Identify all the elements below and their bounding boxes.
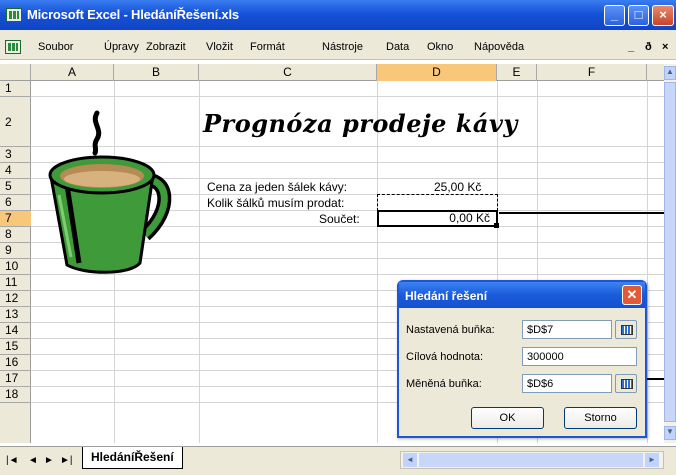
row-header-10[interactable]: 10	[0, 259, 31, 275]
ok-button[interactable]: OK	[471, 407, 544, 429]
row-header-18[interactable]: 18	[0, 387, 31, 403]
row-header-8[interactable]: 8	[0, 227, 31, 243]
to-value-label: Cílová hodnota:	[406, 351, 484, 363]
scroll-down-button[interactable]: ▼	[664, 426, 676, 440]
row-header-6[interactable]: 6	[0, 195, 31, 211]
sheet-tab-bar: |◄ ◄ ► ►| HledáníŘešení ◄ ►	[0, 446, 676, 475]
row-header-12[interactable]: 12	[0, 291, 31, 307]
sheet-tab-active[interactable]: HledáníŘešení	[82, 447, 183, 469]
col-header-f[interactable]: F	[537, 64, 647, 81]
callout-line-1	[499, 212, 664, 214]
column-headers: A B C D E F	[0, 64, 664, 81]
menu-upravy[interactable]: Úpravy	[104, 41, 139, 53]
select-all-corner[interactable]	[0, 64, 31, 81]
last-sheet-button[interactable]: ►|	[60, 455, 73, 466]
cell-d5-value[interactable]: 25,00 Kč	[434, 180, 481, 194]
row-header-1[interactable]: 1	[0, 81, 31, 97]
cancel-button[interactable]: Storno	[564, 407, 637, 429]
coffee-mug-image	[48, 110, 172, 274]
row-header-7[interactable]: 7	[0, 211, 31, 227]
sheet-title: Prognóza prodeje kávy	[203, 109, 518, 138]
first-sheet-button[interactable]: |◄	[6, 455, 19, 466]
doc-minimize-button[interactable]: _	[628, 41, 634, 53]
menu-napoveda[interactable]: Nápověda	[474, 41, 524, 53]
document-icon[interactable]	[5, 40, 21, 54]
menu-soubor[interactable]: Soubor	[38, 41, 73, 53]
changing-cell-label: Měněná buňka:	[406, 378, 482, 390]
scroll-right-button[interactable]: ►	[645, 453, 659, 467]
doc-close-button[interactable]: ×	[662, 41, 668, 53]
row-header-13[interactable]: 13	[0, 307, 31, 323]
menu-data[interactable]: Data	[386, 41, 409, 53]
close-window-button[interactable]: ×	[652, 5, 674, 26]
row-header-9[interactable]: 9	[0, 243, 31, 259]
menu-nastroje[interactable]: Nástroje	[322, 41, 363, 53]
col-header-b[interactable]: B	[114, 64, 199, 81]
changing-cell-ref-button[interactable]	[615, 374, 637, 393]
menu-format[interactable]: Formát	[250, 41, 285, 53]
row-header-17[interactable]: 17	[0, 371, 31, 387]
row-header-3[interactable]: 3	[0, 147, 31, 163]
scroll-thumb[interactable]	[664, 82, 676, 422]
h-scroll-thumb[interactable]	[419, 453, 643, 467]
row-header-14[interactable]: 14	[0, 323, 31, 339]
row-header-5[interactable]: 5	[0, 179, 31, 195]
row-header-11[interactable]: 11	[0, 275, 31, 291]
minimize-button[interactable]: _	[604, 5, 625, 26]
vertical-scrollbar[interactable]: ▲ ▼	[664, 64, 676, 443]
prev-sheet-button[interactable]: ◄	[28, 455, 38, 466]
row-headers: 1 2 3 4 5 6 7 8 9 10 11 12 13 14 15 16 1…	[0, 81, 31, 443]
fill-handle[interactable]	[494, 223, 499, 228]
row-header-2[interactable]: 2	[0, 97, 31, 147]
horizontal-scrollbar[interactable]: ◄ ►	[400, 451, 664, 469]
window-title-bar: Microsoft Excel - HledáníŘešení.xls _ □ …	[0, 0, 676, 30]
next-sheet-button[interactable]: ►	[44, 455, 54, 466]
set-cell-input[interactable]: $D$7	[522, 320, 612, 339]
to-value-input[interactable]: 300000	[522, 347, 637, 366]
cell-d6-marquee[interactable]	[377, 194, 498, 211]
col-header-d[interactable]: D	[377, 64, 497, 81]
excel-app-icon	[6, 8, 22, 22]
dialog-title: Hledání řešení	[399, 282, 645, 308]
row-header-15[interactable]: 15	[0, 339, 31, 355]
menu-okno[interactable]: Okno	[427, 41, 453, 53]
maximize-button[interactable]: □	[628, 5, 649, 26]
set-cell-ref-button[interactable]	[615, 320, 637, 339]
menu-bar: Soubor Úpravy Zobrazit Vložit Formát Nás…	[0, 30, 676, 60]
set-cell-label: Nastavená buňka:	[406, 324, 495, 336]
scroll-up-button[interactable]: ▲	[664, 66, 676, 80]
scroll-left-button[interactable]: ◄	[403, 453, 417, 467]
menu-vlozit[interactable]: Vložit	[206, 41, 233, 53]
doc-restore-button[interactable]: ð	[645, 41, 652, 53]
col-header-c[interactable]: C	[199, 64, 377, 81]
cell-c5-label: Cena za jeden šálek kávy:	[207, 180, 348, 194]
dialog-close-button[interactable]: ✕	[622, 285, 642, 305]
col-header-e[interactable]: E	[497, 64, 537, 81]
window-title: Microsoft Excel - HledáníŘešení.xls	[27, 7, 239, 22]
menu-zobrazit[interactable]: Zobrazit	[146, 41, 186, 53]
row-header-16[interactable]: 16	[0, 355, 31, 371]
cell-d7-selected[interactable]: 0,00 Kč	[377, 210, 498, 227]
col-header-a[interactable]: A	[31, 64, 114, 81]
row-header-4[interactable]: 4	[0, 163, 31, 179]
changing-cell-input[interactable]: $D$6	[522, 374, 612, 393]
cell-c6-label: Kolik šálků musím prodat:	[207, 196, 345, 210]
cell-c7-label: Součet:	[319, 212, 360, 226]
goal-seek-dialog: Hledání řešení ✕ Nastavená buňka: $D$7 C…	[397, 280, 647, 438]
